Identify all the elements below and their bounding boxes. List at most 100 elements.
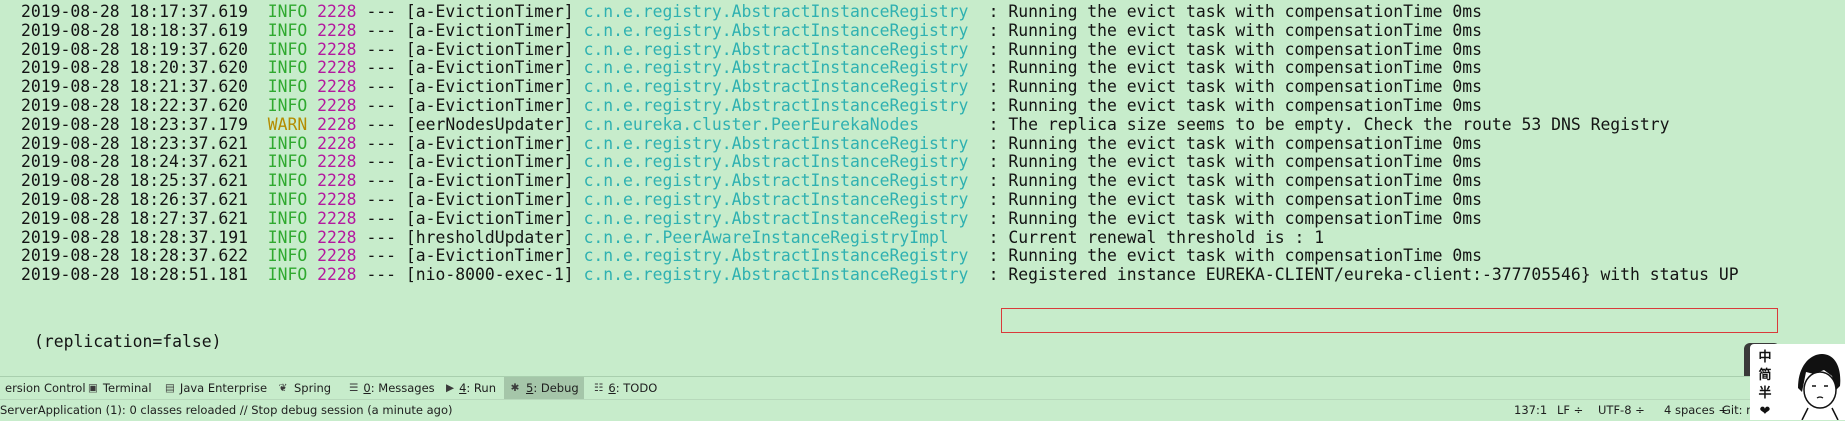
tab-label: Terminal xyxy=(102,381,152,395)
ime-indicator[interactable]: 中简半 ❤ xyxy=(1756,349,1774,421)
log-timestamp: 2019-08-28 18:18:37.619 xyxy=(21,20,248,40)
highlight-box xyxy=(1001,308,1778,333)
log-pid: 2228 xyxy=(317,77,357,97)
tool-window-bar: ersion Control ▣ Terminal ▤ Java Enterprise ❦… xyxy=(0,376,1845,399)
log-thread: [nio-8000-exec-1] xyxy=(405,265,574,285)
ime-char: 简 xyxy=(1758,368,1772,383)
log-thread: [a-EvictionTimer] xyxy=(405,133,574,153)
log-thread: [hresholdUpdater] xyxy=(405,227,574,247)
log-thread: [a-EvictionTimer] xyxy=(405,171,574,191)
log-separator: --- xyxy=(366,246,397,266)
log-separator: --- xyxy=(366,152,397,172)
log-separator: --- xyxy=(366,58,397,78)
encoding-selector[interactable]: UTF-8 ÷ xyxy=(1598,400,1645,420)
log-level: INFO xyxy=(267,265,308,285)
log-level: INFO xyxy=(267,152,308,172)
line-separator-selector[interactable]: LF ÷ xyxy=(1557,400,1583,420)
tab-shortcut-number: 0 xyxy=(363,381,371,395)
log-pid: 2228 xyxy=(317,208,357,228)
log-thread: [a-EvictionTimer] xyxy=(405,20,574,40)
log-level: INFO xyxy=(267,77,308,97)
log-pid: 2228 xyxy=(317,190,357,209)
log-timestamp: 2019-08-28 18:19:37.620 xyxy=(21,39,248,59)
log-pid: 2228 xyxy=(317,20,357,40)
log-timestamp: 2019-08-28 18:28:37.191 xyxy=(21,227,248,247)
status-message[interactable]: ServerApplication (1): 0 classes reloade… xyxy=(0,400,452,420)
messages-icon: ☰ xyxy=(349,382,359,394)
log-message: : The replica size seems to be empty. Ch… xyxy=(988,114,1670,134)
status-bar: ServerApplication (1): 0 classes reloade… xyxy=(0,399,1845,420)
log-message: : Running the evict task with compensati… xyxy=(988,2,1483,21)
log-level: INFO xyxy=(267,133,308,153)
log-pid: 2228 xyxy=(317,39,357,59)
tab-messages[interactable]: ☰ 0: Messages xyxy=(344,377,436,399)
log-pid: 2228 xyxy=(317,114,357,134)
log-thread: [a-EvictionTimer] xyxy=(405,77,574,97)
tab-todo[interactable]: ☷ 6: TODO xyxy=(589,377,661,399)
log-message: : Running the evict task with compensati… xyxy=(988,190,1483,209)
log-thread: [a-EvictionTimer] xyxy=(405,2,574,21)
log-separator: --- xyxy=(366,20,397,40)
log-pid: 2228 xyxy=(317,133,357,153)
log-timestamp: 2019-08-28 18:20:37.620 xyxy=(21,58,248,78)
java-enterprise-icon: ▤ xyxy=(165,382,175,394)
ime-char: 中 xyxy=(1758,350,1772,365)
tab-shortcut-number: 4 xyxy=(459,381,467,395)
log-pid: 2228 xyxy=(317,96,357,115)
todo-icon: ☷ xyxy=(594,382,604,394)
log-level: INFO xyxy=(267,171,308,191)
debug-icon: ✱ xyxy=(510,382,520,394)
log-level: INFO xyxy=(267,2,308,21)
log-separator: --- xyxy=(366,190,397,209)
tab-label: : Messages xyxy=(370,381,435,395)
log-pid: 2228 xyxy=(317,265,357,285)
tab-label: : Debug xyxy=(533,381,579,395)
tab-terminal[interactable]: ▣ Terminal xyxy=(83,377,155,399)
log-separator: --- xyxy=(366,171,397,191)
log-level: INFO xyxy=(267,20,308,40)
log-level: INFO xyxy=(267,39,308,59)
run-icon: ▶ xyxy=(446,382,455,394)
log-thread: [a-EvictionTimer] xyxy=(405,58,574,78)
log-wrap-continuation: (replication=false) xyxy=(34,332,222,351)
log-level: INFO xyxy=(267,246,308,266)
log-level: INFO xyxy=(267,96,308,115)
log-level: INFO xyxy=(267,208,308,228)
log-separator: --- xyxy=(366,114,397,134)
log-timestamp: 2019-08-28 18:23:37.179 xyxy=(21,114,248,134)
log-thread: [a-EvictionTimer] xyxy=(405,152,574,172)
log-timestamp: 2019-08-28 18:27:37.621 xyxy=(21,208,248,228)
tab-java-enterprise[interactable]: ▤ Java Enterprise xyxy=(160,377,268,399)
log-pid: 2228 xyxy=(317,227,357,247)
ime-mascot-icon xyxy=(1798,354,1841,420)
tab-label: : TODO xyxy=(615,381,658,395)
log-message: : Current renewal threshold is : 1 xyxy=(988,227,1325,247)
log-timestamp: 2019-08-28 18:22:37.620 xyxy=(21,96,248,115)
ime-char: ❤ xyxy=(1759,404,1771,419)
log-timestamp: 2019-08-28 18:26:37.621 xyxy=(21,190,248,209)
log-timestamp: 2019-08-28 18:21:37.620 xyxy=(21,77,248,97)
tab-spring[interactable]: ❦ Spring xyxy=(272,377,340,399)
log-thread: [a-EvictionTimer] xyxy=(405,190,574,209)
log-message: : Running the evict task with compensati… xyxy=(988,58,1483,78)
cursor-position[interactable]: 137:1 xyxy=(1514,400,1547,420)
log-pid: 2228 xyxy=(317,171,357,191)
log-thread: [a-EvictionTimer] xyxy=(405,208,574,228)
tab-label: Java Enterprise xyxy=(179,381,268,395)
log-message: : Running the evict task with compensati… xyxy=(988,20,1483,40)
log-thread: [eerNodesUpdater] xyxy=(405,114,574,134)
ime-char: 半 xyxy=(1758,386,1772,401)
tab-shortcut-number: 5 xyxy=(526,381,534,395)
log-timestamp: 2019-08-28 18:28:37.622 xyxy=(21,246,248,266)
tab-label: ersion Control xyxy=(5,381,86,395)
tab-label: Spring xyxy=(294,381,332,395)
log-message: : Running the evict task with compensati… xyxy=(988,133,1483,153)
tab-run[interactable]: ▶ 4: Run xyxy=(441,377,499,399)
log-logger: c.n.e.registry.AbstractInstanceRegistry xyxy=(583,265,969,285)
log-level: WARN xyxy=(267,114,308,134)
indent-selector[interactable]: 4 spaces ÷ xyxy=(1664,400,1728,420)
log-separator: --- xyxy=(366,39,397,59)
tab-debug[interactable]: ✱ 5: Debug xyxy=(504,377,584,399)
tab-version-control[interactable]: ersion Control xyxy=(0,377,86,399)
log-separator: --- xyxy=(366,208,397,228)
